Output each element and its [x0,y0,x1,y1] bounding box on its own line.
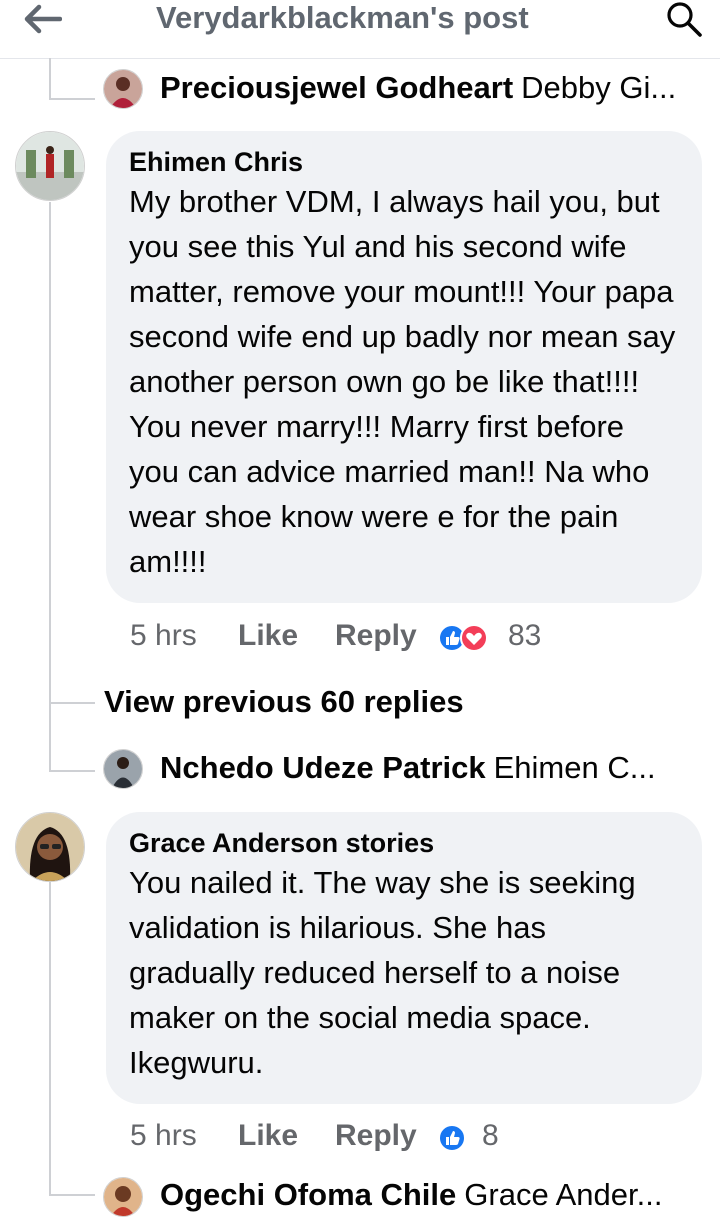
thread-connector [49,702,95,704]
thread-connector [49,98,95,100]
reactions-icon[interactable] [438,624,498,652]
avatar[interactable] [103,1177,143,1217]
thread-connector [49,202,51,772]
reaction-count[interactable]: 83 [508,616,541,656]
reply-button[interactable]: Reply [335,1116,417,1156]
reply-preview[interactable]: Nchedo Udeze Patrick Ehimen C... [160,748,700,788]
reply-snippet: Debby Gi... [521,70,677,105]
comment-text: My brother VDM, I always hail you, but y… [129,184,676,579]
thread-connector [49,58,51,100]
reply-snippet: Grace Ander... [464,1177,663,1212]
reply-preview[interactable]: Preciousjewel Godheart Debby Gi... [160,68,700,108]
avatar[interactable] [103,749,143,789]
thread-connector [49,1194,95,1196]
comment-author[interactable]: Ehimen Chris [129,145,680,179]
comment-actions: 5 hrs Like Reply 8 [130,1116,690,1156]
comment-time: 5 hrs [130,1119,197,1152]
comment-actions: 5 hrs Like Reply 83 [130,616,690,656]
comment-author[interactable]: Grace Anderson stories [129,826,680,860]
comment-text: You nailed it. The way she is seeking va… [129,865,636,1080]
comment-time: 5 hrs [130,619,197,652]
reply-preview[interactable]: Ogechi Ofoma Chile Grace Ander... [160,1175,700,1215]
search-icon[interactable] [664,0,704,40]
page-title: Verydarkblackman's post [156,0,529,35]
reply-author: Preciousjewel Godheart [160,70,514,105]
reaction-count[interactable]: 8 [482,1116,499,1156]
reply-snippet: Ehimen C... [493,750,656,785]
back-arrow-icon[interactable] [22,4,62,34]
comment-bubble[interactable]: Grace Anderson stories You nailed it. Th… [106,812,702,1104]
thread-connector [49,882,51,1196]
reply-author: Ogechi Ofoma Chile [160,1177,457,1212]
avatar[interactable] [15,131,85,201]
thread-connector [49,770,95,772]
reply-author: Nchedo Udeze Patrick [160,750,486,785]
reply-button[interactable]: Reply [335,616,417,656]
post-header: Verydarkblackman's post [0,0,720,59]
avatar[interactable] [103,69,143,109]
comment-bubble[interactable]: Ehimen Chris My brother VDM, I always ha… [106,131,702,603]
view-previous-replies-link[interactable]: View previous 60 replies [104,682,464,722]
like-button[interactable]: Like [238,1116,298,1156]
avatar[interactable] [15,812,85,882]
like-button[interactable]: Like [238,616,298,656]
